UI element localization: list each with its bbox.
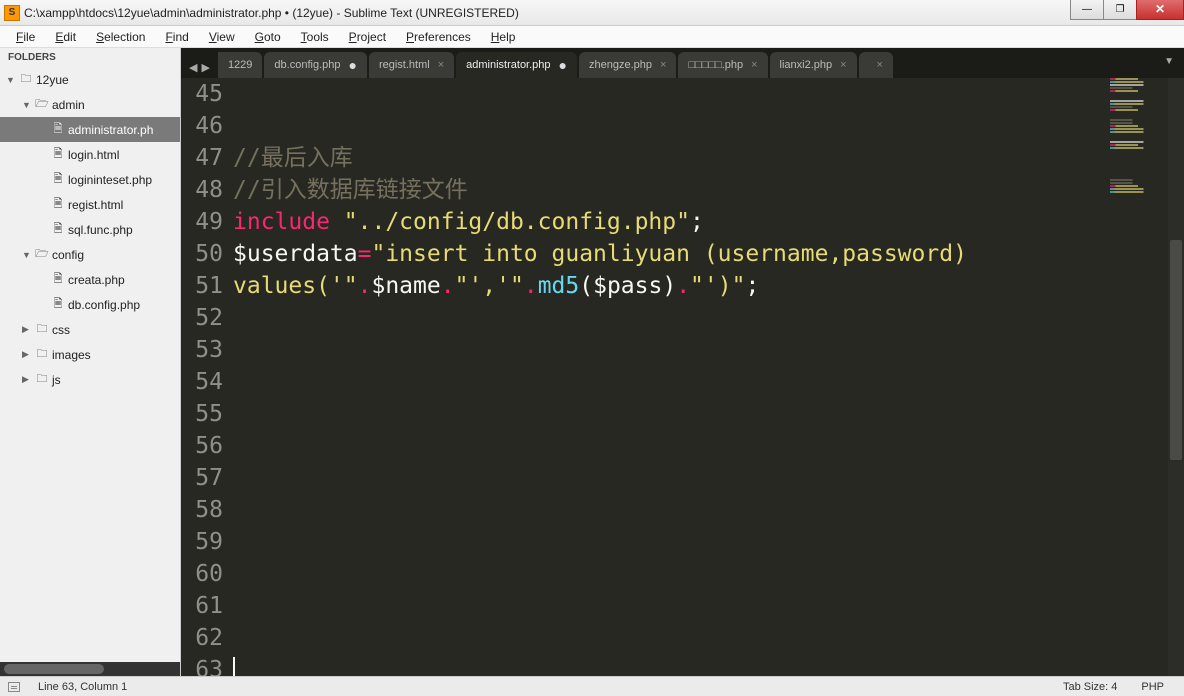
menu-selection[interactable]: Selection [86, 28, 155, 46]
sidebar-scrollbar[interactable] [0, 662, 180, 676]
folder-icon: 🗀 [34, 345, 50, 364]
close-tab-icon[interactable]: × [840, 59, 846, 71]
tab-nav: ◀ ▶ [185, 61, 218, 78]
tab-label: db.config.php [274, 59, 340, 71]
line-gutter: 45464748495051525354555657585960616263 [181, 78, 233, 676]
file-icon: 🗎 [50, 220, 66, 239]
tab-label: 1229 [228, 59, 252, 71]
tree-label: css [50, 323, 70, 337]
tree-label: js [50, 373, 61, 387]
tab-lianxi2.php[interactable]: lianxi2.php × [770, 52, 857, 78]
menu-goto[interactable]: Goto [245, 28, 291, 46]
editor-area: ◀ ▶ 1229 db.config.php● regist.html × admini… [181, 48, 1184, 676]
status-syntax[interactable]: PHP [1129, 681, 1176, 693]
menubar: FileEditSelectionFindViewGotoToolsProjec… [0, 26, 1184, 48]
menu-edit[interactable]: Edit [45, 28, 86, 46]
tree-label: config [50, 248, 84, 262]
file-regist.html[interactable]: 🗎regist.html [0, 192, 180, 217]
file-icon: 🗎 [50, 295, 66, 314]
tab-□□□□□.php[interactable]: □□□□□.php × [678, 52, 767, 78]
folder-tree[interactable]: ▼🗀12yue▼🗁admin🗎administrator.ph🗎login.ht… [0, 67, 180, 662]
tree-label: db.config.php [66, 298, 140, 312]
folder-css[interactable]: ▶🗀css [0, 317, 180, 342]
code-editor[interactable]: 45464748495051525354555657585960616263 /… [181, 78, 1184, 676]
window-title: C:\xampp\htdocs\12yue\admin\administrato… [24, 6, 1071, 20]
close-tab-icon[interactable]: × [751, 59, 757, 71]
window-controls [1071, 0, 1184, 25]
tree-label: creata.php [66, 273, 125, 287]
file-icon: 🗎 [50, 195, 66, 214]
file-login.html[interactable]: 🗎login.html [0, 142, 180, 167]
menu-find[interactable]: Find [155, 28, 198, 46]
tab-next-icon[interactable]: ▶ [201, 61, 209, 74]
menu-file[interactable]: File [6, 28, 45, 46]
menu-tools[interactable]: Tools [291, 28, 339, 46]
tab-label: regist.html [379, 59, 430, 71]
tree-label: admin [50, 98, 85, 112]
folder-icon: 🗀 [34, 320, 50, 339]
folder-js[interactable]: ▶🗀js [0, 367, 180, 392]
code-content[interactable]: //最后入库//引入数据库链接文件include "../config/db.c… [233, 78, 1184, 676]
sidebar-header: FOLDERS [0, 48, 180, 67]
file-icon: 🗎 [50, 170, 66, 189]
tree-label: administrator.ph [66, 123, 153, 137]
folder-open-icon: 🗁 [34, 245, 50, 264]
file-icon: 🗎 [50, 120, 66, 139]
statusbar: Line 63, Column 1 Tab Size: 4 PHP [0, 676, 1184, 696]
app-icon: S [4, 5, 20, 21]
minimize-button[interactable] [1070, 0, 1104, 20]
vertical-scrollbar[interactable] [1168, 78, 1184, 676]
maximize-button[interactable] [1103, 0, 1137, 20]
file-icon: 🗎 [50, 145, 66, 164]
file-administrator.ph[interactable]: 🗎administrator.ph [0, 117, 180, 142]
close-tab-icon[interactable]: × [438, 59, 444, 71]
file-icon: 🗎 [50, 270, 66, 289]
file-sql.func.php[interactable]: 🗎sql.func.php [0, 217, 180, 242]
tab-regist.html[interactable]: regist.html × [369, 52, 454, 78]
sidebar: FOLDERS ▼🗀12yue▼🗁admin🗎administrator.ph🗎… [0, 48, 181, 676]
main-area: FOLDERS ▼🗀12yue▼🗁admin🗎administrator.ph🗎… [0, 48, 1184, 676]
status-position[interactable]: Line 63, Column 1 [26, 681, 139, 693]
tab-untitled[interactable]: × [859, 52, 893, 78]
folder-icon: 🗀 [18, 70, 34, 89]
tab-label: □□□□□.php [688, 59, 743, 71]
tree-label: regist.html [66, 198, 123, 212]
folder-admin[interactable]: ▼🗁admin [0, 92, 180, 117]
tree-label: login.html [66, 148, 119, 162]
file-db.config.php[interactable]: 🗎db.config.php [0, 292, 180, 317]
menu-preferences[interactable]: Preferences [396, 28, 481, 46]
tab-menu-icon[interactable]: ▼ [1164, 56, 1174, 67]
tab-db.config.php[interactable]: db.config.php● [264, 52, 367, 78]
tab-label: administrator.php [466, 59, 550, 71]
folder-open-icon: 🗁 [34, 95, 50, 114]
tree-label: sql.func.php [66, 223, 133, 237]
panel-icon[interactable] [8, 682, 20, 692]
window-titlebar: S C:\xampp\htdocs\12yue\admin\administra… [0, 0, 1184, 26]
tab-zhengze.php[interactable]: zhengze.php × [579, 52, 676, 78]
file-creata.php[interactable]: 🗎creata.php [0, 267, 180, 292]
folder-images[interactable]: ▶🗀images [0, 342, 180, 367]
minimap[interactable] [1110, 78, 1166, 676]
close-tab-icon[interactable]: × [877, 59, 883, 71]
tab-1229[interactable]: 1229 [218, 52, 262, 78]
menu-project[interactable]: Project [339, 28, 396, 46]
menu-view[interactable]: View [199, 28, 245, 46]
close-button[interactable] [1136, 0, 1184, 20]
folder-config[interactable]: ▼🗁config [0, 242, 180, 267]
tree-label: 12yue [34, 73, 69, 87]
tab-prev-icon[interactable]: ◀ [189, 61, 197, 74]
status-tab-size[interactable]: Tab Size: 4 [1051, 681, 1129, 693]
tab-label: lianxi2.php [780, 59, 833, 71]
tree-label: images [50, 348, 91, 362]
menu-help[interactable]: Help [481, 28, 526, 46]
folder-12yue[interactable]: ▼🗀12yue [0, 67, 180, 92]
tab-administrator.php[interactable]: administrator.php● [456, 52, 577, 78]
file-logininteset.php[interactable]: 🗎logininteset.php [0, 167, 180, 192]
tab-label: zhengze.php [589, 59, 652, 71]
folder-icon: 🗀 [34, 370, 50, 389]
close-tab-icon[interactable]: × [660, 59, 666, 71]
tab-bar: ◀ ▶ 1229 db.config.php● regist.html × admini… [181, 48, 1184, 78]
tree-label: logininteset.php [66, 173, 152, 187]
